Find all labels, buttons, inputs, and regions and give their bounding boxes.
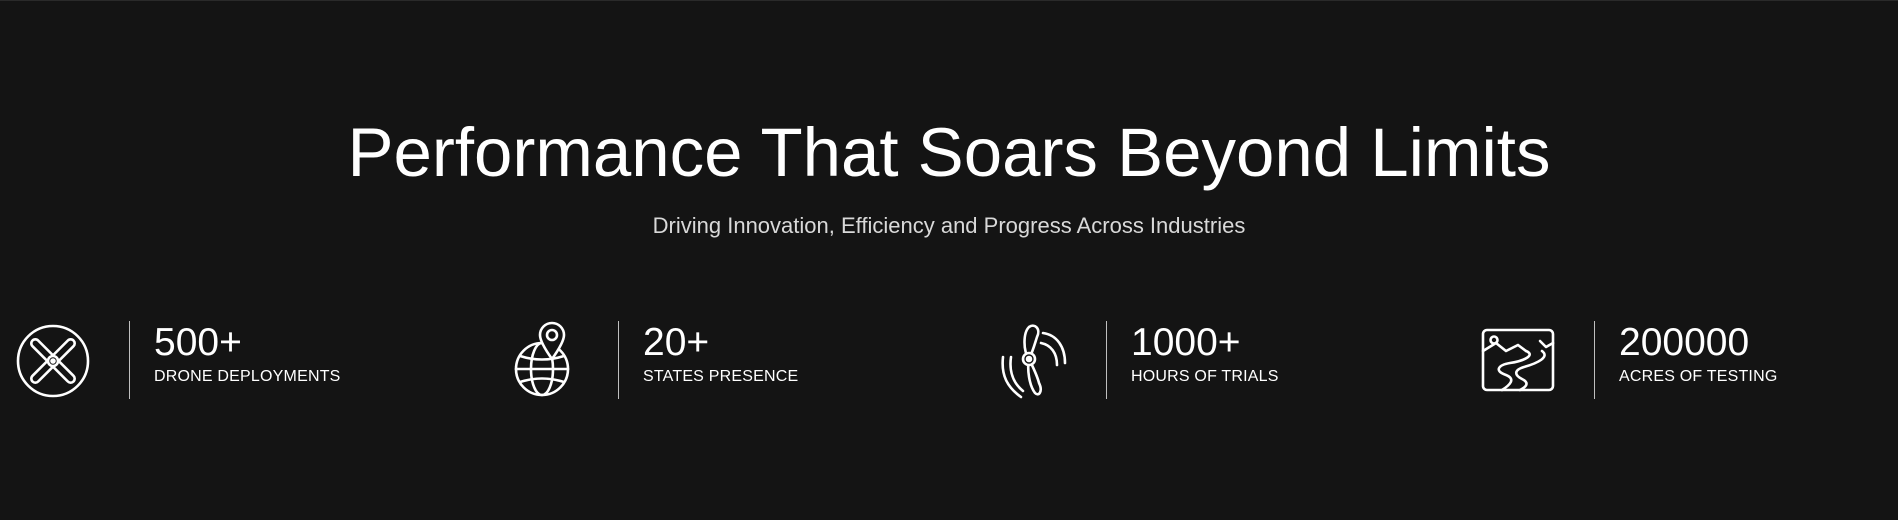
propeller-icon [15,321,91,401]
rotor-signal-icon [993,321,1069,401]
stat-value: 1000+ [1131,321,1241,364]
page-title: Performance That Soars Beyond Limits [347,114,1551,191]
stats-section: Performance That Soars Beyond Limits Dri… [0,0,1898,520]
page-subtitle: Driving Innovation, Efficiency and Progr… [652,213,1246,238]
stat-label: ACRES OF TESTING [1619,368,1778,385]
globe-location-pin-icon [510,321,586,401]
stat-divider [1106,321,1107,399]
stat-value: 200000 [1619,321,1750,364]
stat-label: HOURS OF TRIALS [1131,368,1279,385]
stat-value: 500+ [154,321,242,364]
landscape-map-icon [1480,321,1556,401]
stat-label: DRONE DEPLOYMENTS [154,368,341,385]
stat-label: STATES PRESENCE [643,368,799,385]
stat-divider [618,321,619,399]
stat-divider [129,321,130,399]
stat-value: 20+ [643,321,710,364]
stat-divider [1594,321,1595,399]
